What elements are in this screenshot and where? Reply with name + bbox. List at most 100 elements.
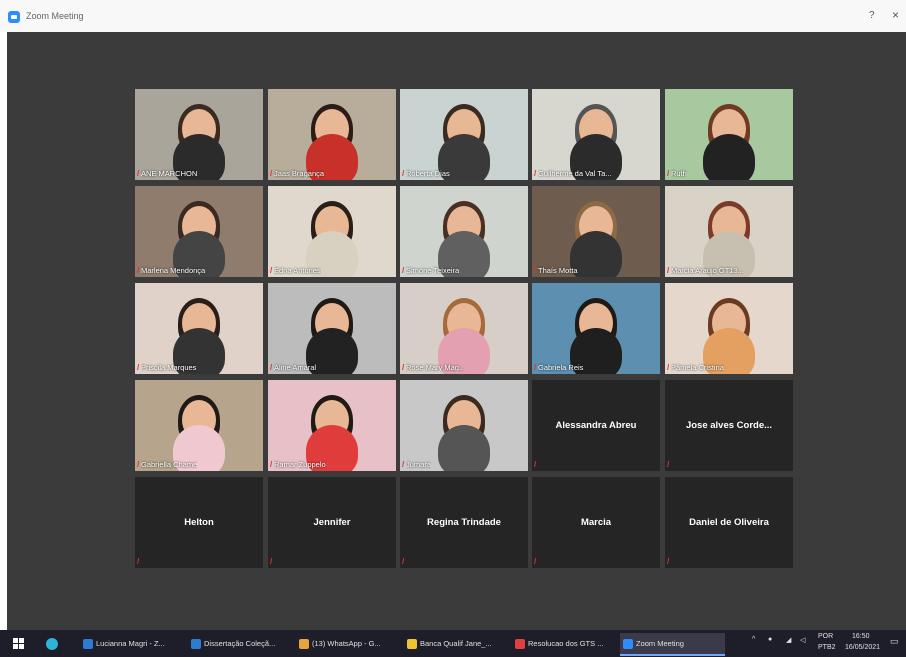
muted-mic-icon: / <box>270 557 273 566</box>
mic-tray-icon[interactable]: ● <box>768 636 772 643</box>
participant-video <box>400 89 528 180</box>
participant-video <box>665 283 793 374</box>
participant-tile[interactable]: / Simone Teixeira <box>400 186 528 277</box>
participant-name: Regina Trindade <box>427 517 501 528</box>
notifications-icon[interactable]: ▭ <box>890 636 899 647</box>
participant-video <box>665 186 793 277</box>
taskbar-app-button[interactable]: Banca Qualif Jane_... <box>404 633 509 654</box>
participant-video <box>532 186 660 277</box>
muted-mic-icon: / <box>534 460 537 469</box>
participant-name: Alessandra Abreu <box>555 420 637 431</box>
participant-name: Helton <box>184 517 214 528</box>
participant-name: Roberta Dias <box>406 169 450 178</box>
participant-video <box>400 186 528 277</box>
muted-mic-icon: / <box>534 557 537 566</box>
participant-name: Jose alves Corde... <box>685 420 773 431</box>
participant-name: Jumara <box>406 460 432 469</box>
participant-tile[interactable]: / Edna Antunes <box>268 186 396 277</box>
participant-tile[interactable]: / Rose Mary Mag... <box>400 283 528 374</box>
participant-name: Priscila Marques <box>141 363 197 372</box>
participant-name: Gabriella Chame <box>141 460 198 469</box>
participant-tile[interactable]: / Thaís Motta <box>532 186 660 277</box>
tray-chevron-icon[interactable]: ^ <box>752 636 755 643</box>
participant-tile[interactable]: Marcia / <box>532 477 660 568</box>
windows-taskbar: ^ ● ◢ ◁ POR PTB2 16:50 16/05/2021 ▭ Luci… <box>0 630 906 657</box>
participant-video <box>135 380 263 471</box>
participant-name: Gabriela Reis <box>538 363 584 372</box>
keyboard-layout[interactable]: PTB2 <box>818 644 836 651</box>
clock-date[interactable]: 16/05/2021 <box>845 644 880 651</box>
taskbar-app-label: Zoom Meeting <box>636 639 684 648</box>
participant-name: Marlena Mendonça <box>141 266 206 275</box>
edge-icon[interactable] <box>46 633 68 654</box>
participant-name: Marcia <box>580 517 612 528</box>
network-icon[interactable]: ◢ <box>786 636 791 644</box>
participant-tile[interactable]: / Guilherme da Val Ta... <box>532 89 660 180</box>
app-icon <box>407 639 417 650</box>
participant-tile[interactable]: / Ruth <box>665 89 793 180</box>
app-icon <box>515 639 525 650</box>
participant-tile[interactable]: / Pâmela Cristina <box>665 283 793 374</box>
language-indicator[interactable]: POR <box>818 633 833 640</box>
title-bar: Zoom Meeting ? × <box>0 0 906 32</box>
app-icon <box>83 639 93 650</box>
taskbar-app-button[interactable]: Zoom Meeting <box>620 633 725 656</box>
participant-name: ANE MARCHON <box>141 169 198 178</box>
muted-mic-icon: / <box>667 460 670 469</box>
participant-tile[interactable]: Jennifer / <box>268 477 396 568</box>
participant-tile[interactable]: / Marcia Araujo GT13... <box>665 186 793 277</box>
participant-tile[interactable]: / Jaas Bragança <box>268 89 396 180</box>
participant-name: Thaís Motta <box>538 266 578 275</box>
participant-name: Marcia Araujo GT13... <box>671 266 744 275</box>
participant-tile[interactable]: Daniel de Oliveira / <box>665 477 793 568</box>
participant-video <box>135 186 263 277</box>
participant-name: Ruth <box>671 169 687 178</box>
taskbar-app-button[interactable]: (13) WhatsApp - G... <box>296 633 401 654</box>
participant-tile[interactable]: / Marlena Mendonça <box>135 186 263 277</box>
participant-video <box>532 89 660 180</box>
participant-tile[interactable]: / Gabriella Chame <box>135 380 263 471</box>
participant-name: Jaas Bragança <box>274 169 325 178</box>
participant-tile[interactable]: / Jumara <box>400 380 528 471</box>
participant-name: Edna Antunes <box>274 266 321 275</box>
participant-video <box>268 283 396 374</box>
participant-video <box>268 89 396 180</box>
participant-video <box>268 186 396 277</box>
taskbar-app-button[interactable]: Dissertação Coleçã... <box>188 633 293 654</box>
taskbar-app-button[interactable]: Resolucao dos GTS ... <box>512 633 617 654</box>
participant-video <box>268 380 396 471</box>
participant-video <box>532 283 660 374</box>
app-icon <box>623 639 633 650</box>
participant-video <box>135 283 263 374</box>
participant-name: Simone Teixeira <box>406 266 460 275</box>
taskbar-app-label: Resolucao dos GTS ... <box>528 639 604 648</box>
windows-start-icon[interactable] <box>13 638 24 649</box>
participant-name: Ramar Zuppelo <box>274 460 326 469</box>
help-icon[interactable]: ? <box>869 10 875 21</box>
clock-time[interactable]: 16:50 <box>852 633 870 640</box>
participant-tile[interactable]: Helton / <box>135 477 263 568</box>
taskbar-app-label: Lucianna Magri - Z... <box>96 639 165 648</box>
muted-mic-icon: / <box>137 557 140 566</box>
taskbar-app-button[interactable]: Lucianna Magri - Z... <box>80 633 185 654</box>
participant-name: Guilherme da Val Ta... <box>538 169 612 178</box>
participant-tile[interactable]: / Ramar Zuppelo <box>268 380 396 471</box>
close-icon[interactable]: × <box>892 8 899 22</box>
participant-tile[interactable]: Alessandra Abreu / <box>532 380 660 471</box>
app-icon <box>299 639 309 650</box>
muted-mic-icon: / <box>667 557 670 566</box>
participant-tile[interactable]: / Roberta Dias <box>400 89 528 180</box>
participant-tile[interactable]: Jose alves Corde... / <box>665 380 793 471</box>
gallery-view: / ANE MARCHON / Jaas Bragança / Roberta Dias /… <box>7 32 906 630</box>
participant-name: Rose Mary Mag... <box>406 363 466 372</box>
participant-tile[interactable]: / Priscila Marques <box>135 283 263 374</box>
window-title: Zoom Meeting <box>26 11 84 21</box>
participant-tile[interactable]: Regina Trindade / <box>400 477 528 568</box>
participant-tile[interactable]: / Aline Amaral <box>268 283 396 374</box>
muted-mic-icon: / <box>402 557 405 566</box>
participant-tile[interactable]: / Gabriela Reis <box>532 283 660 374</box>
volume-icon[interactable]: ◁ <box>800 636 805 644</box>
zoom-app-icon <box>8 11 20 23</box>
participant-tile[interactable]: / ANE MARCHON <box>135 89 263 180</box>
participant-video <box>400 380 528 471</box>
